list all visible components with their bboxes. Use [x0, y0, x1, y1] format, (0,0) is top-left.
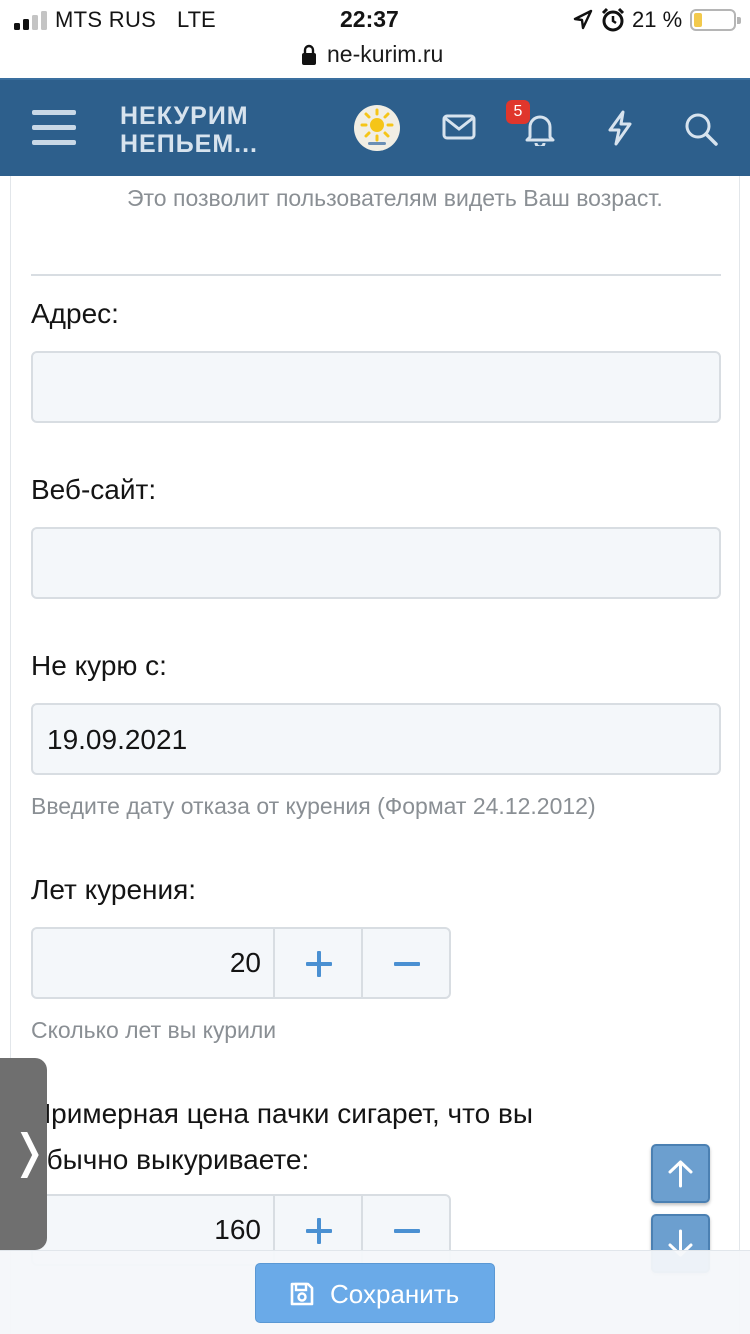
side-drawer-toggle[interactable]: ❭ — [0, 1058, 49, 1250]
years-smoking-label: Лет курения: — [31, 874, 197, 905]
profile-form: Это позволит пользователям видеть Ваш во… — [10, 176, 740, 1334]
signal-strength-icon — [14, 10, 48, 30]
address-input[interactable] — [31, 351, 721, 423]
battery-percentage: 21 % — [632, 7, 683, 32]
location-arrow-icon — [573, 9, 593, 30]
carrier-name: MTS RUS — [55, 7, 157, 32]
save-button[interactable]: Сохранить — [255, 1263, 495, 1323]
dob-hint: Это позволит пользователям видеть Ваш во… — [127, 185, 663, 211]
divider — [31, 274, 721, 276]
save-button-label: Сохранить — [330, 1279, 460, 1309]
status-bar: MTS RUS LTE 22:37 21 % — [0, 0, 750, 42]
quit-date-hint: Введите дату отказа от курения (Формат 2… — [31, 793, 596, 819]
arrow-up-icon — [668, 1160, 693, 1188]
years-smoking-hint: Сколько лет вы курили — [31, 1017, 277, 1043]
chevron-right-icon: ❭ — [10, 1125, 49, 1177]
pack-price-label-line-1: Примерная цена пачки сигарет, что вы — [31, 1098, 533, 1129]
years-smoking-stepper: 20 — [31, 927, 451, 999]
pack-price-label-line-2: обычно выкуриваете: — [31, 1144, 310, 1175]
user-avatar[interactable] — [354, 105, 400, 151]
notification-badge: 5 — [506, 100, 530, 124]
inbox-envelope-icon[interactable] — [442, 114, 476, 140]
form-submit-bar: Сохранить — [0, 1250, 750, 1334]
address-bar[interactable]: ne-kurim.ru — [0, 38, 750, 78]
alarm-clock-icon — [601, 7, 625, 32]
lightning-icon[interactable] — [606, 110, 634, 146]
increment-button[interactable] — [273, 929, 361, 997]
network-type: LTE — [177, 7, 216, 32]
battery-icon — [690, 9, 741, 31]
years-smoking-input[interactable]: 20 — [33, 929, 273, 997]
address-label: Адрес: — [31, 298, 119, 329]
quit-date-input[interactable]: 19.09.2021 — [31, 703, 721, 775]
site-logo[interactable]: НЕКУРИМ НЕПЬЕМ... — [120, 102, 258, 158]
search-icon[interactable] — [684, 112, 718, 146]
floppy-disk-icon — [290, 1282, 314, 1306]
quit-date-label: Не курю с: — [31, 650, 167, 681]
decrement-button[interactable] — [361, 929, 449, 997]
website-input[interactable] — [31, 527, 721, 599]
clock: 22:37 — [340, 6, 399, 32]
page-url: ne-kurim.ru — [327, 41, 444, 67]
menu-icon[interactable] — [32, 110, 76, 146]
logo-line-1: НЕКУРИМ — [120, 102, 249, 130]
lock-icon — [302, 44, 316, 65]
scroll-up-button[interactable] — [651, 1144, 710, 1203]
website-label: Веб-сайт: — [31, 474, 157, 505]
sun-avatar-icon — [360, 108, 394, 145]
site-header: НЕКУРИМ НЕПЬЕМ... 5 — [0, 78, 750, 176]
logo-line-2: НЕПЬЕМ... — [120, 130, 259, 158]
